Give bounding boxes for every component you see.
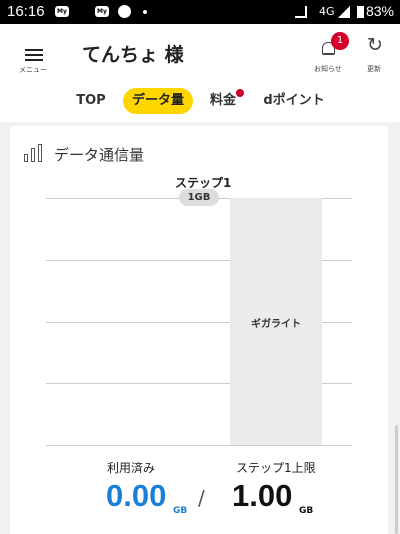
plan-bar-label: ギガライト: [251, 318, 301, 330]
menu-button[interactable]: メニュー: [13, 34, 53, 74]
refresh-icon: ↻: [367, 34, 383, 56]
status-time: 16:16: [7, 3, 45, 20]
used-label: 利用済み: [107, 461, 156, 475]
menu-label: メニュー: [19, 66, 47, 74]
notifications-label: お知らせ: [314, 65, 342, 73]
tab-d-point[interactable]: dポイント: [258, 88, 330, 114]
messenger-icon: [118, 5, 131, 18]
app-notification-icon: My: [95, 6, 109, 17]
separator: /: [198, 486, 205, 510]
scrollbar[interactable]: [395, 425, 398, 534]
tab-data-usage[interactable]: データ量: [123, 88, 193, 114]
limit-unit: GB: [299, 506, 314, 516]
app-header: メニュー てんちょ 様 1 お知らせ ↻ 更新: [0, 24, 400, 76]
refresh-label: 更新: [367, 65, 381, 73]
battery-percent: 83%: [365, 3, 394, 19]
more-notifications-icon: [143, 10, 147, 14]
limit-label: ステップ1上限: [236, 461, 316, 475]
hamburger-icon: [25, 49, 43, 51]
chart-gridline: [46, 445, 352, 446]
usage-chart: ステップ1 1GB ギガライト: [10, 126, 388, 534]
limit-value: 1.00: [232, 478, 293, 513]
used-value: 0.00: [106, 478, 167, 513]
charges-alert-dot: [236, 89, 244, 97]
used-unit: GB: [173, 506, 188, 516]
tab-top[interactable]: TOP: [70, 88, 112, 114]
tab-bar: TOP データ量 料金 dポイント: [0, 76, 400, 122]
battery-icon: [357, 6, 364, 18]
page-title: てんちょ 様: [82, 44, 184, 66]
notifications-button[interactable]: 1 お知らせ: [310, 31, 350, 73]
data-usage-card: データ通信量 ステップ1 1GB ギガライト 利用済み ステップ1上限 0.00…: [10, 126, 388, 534]
app-notification-icon: My: [55, 6, 69, 17]
cell-signal-icon: [338, 6, 350, 18]
refresh-button[interactable]: ↻ 更新: [364, 34, 388, 74]
step-limit-pill: 1GB: [179, 189, 219, 206]
wifi-signal-icon: [295, 6, 307, 18]
status-bar: 16:16 My My 4G 83%: [0, 0, 400, 24]
network-type: 4G: [319, 5, 335, 18]
notification-badge: 1: [331, 32, 349, 50]
